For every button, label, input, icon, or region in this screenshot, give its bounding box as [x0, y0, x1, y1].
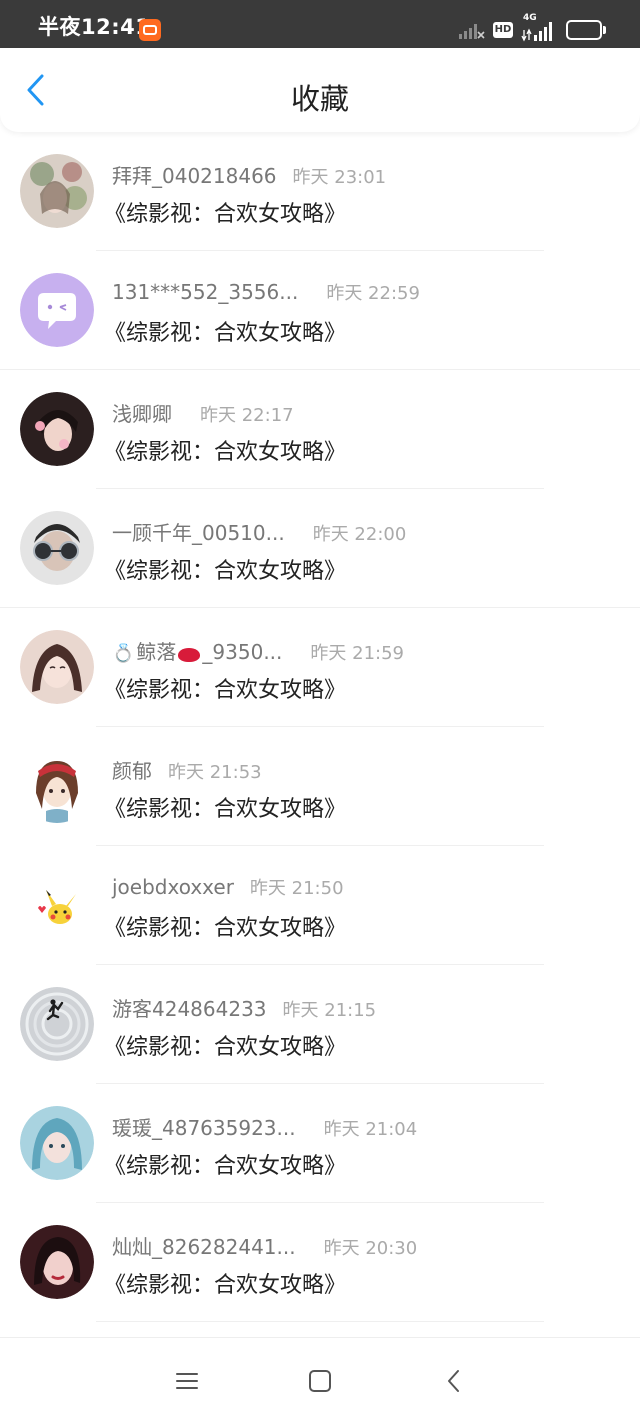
favorite-item[interactable]: 颜郁 昨天 21:53 《综影视：合欢女攻略》: [0, 727, 640, 846]
user-avatar[interactable]: [20, 511, 94, 585]
user-name: 131***552_3556...: [112, 280, 299, 304]
novel-title: 《综影视：合欢女攻略》: [104, 440, 347, 465]
ring-icon: 💍: [112, 643, 135, 664]
user-avatar[interactable]: [20, 1225, 94, 1299]
novel-title: 《综影视：合欢女攻略》: [104, 1273, 347, 1298]
lips-icon: [178, 647, 201, 662]
back-triangle-icon: [448, 1370, 459, 1392]
favorite-time: 昨天 21:15: [282, 1000, 377, 1021]
user-name: 浅卿卿: [112, 402, 172, 426]
favorite-item[interactable]: 拜拜_040218466 昨天 23:01 《综影视：合欢女攻略》: [0, 132, 640, 251]
favorite-time: 昨天 21:50: [249, 878, 344, 899]
favorite-item[interactable]: 131***552_3556... 昨天 22:59 《综影视：合欢女攻略》: [0, 251, 640, 370]
system-nav-bar: [0, 1337, 640, 1423]
favorite-time: 昨天 22:17: [200, 405, 294, 426]
user-avatar[interactable]: [20, 1106, 94, 1180]
favorite-item[interactable]: 💍 鲸落 _9350... 昨天 21:59 《综影视：合欢女攻略》: [0, 608, 640, 727]
user-name: 拜拜_040218466: [112, 164, 277, 188]
header: 收藏: [0, 48, 640, 132]
user-avatar[interactable]: [20, 392, 94, 466]
app-notification-icon: [139, 19, 161, 41]
battery-icon: 82: [566, 20, 602, 40]
user-avatar[interactable]: [20, 273, 94, 347]
user-name: 一顾千年_00510...: [112, 521, 285, 545]
home-square-icon: [309, 1370, 331, 1392]
novel-title: 《综影视：合欢女攻略》: [104, 797, 347, 822]
signal-sim1-icon: [459, 24, 485, 39]
favorite-item[interactable]: 瑗瑗_487635923... 昨天 21:04 《综影视：合欢女攻略》: [0, 1084, 640, 1203]
favorite-time: 昨天 21:59: [310, 643, 405, 664]
novel-title: 《综影视：合欢女攻略》: [104, 678, 347, 703]
hd-badge: HD: [493, 22, 513, 38]
favorite-item[interactable]: 游客424864233 昨天 21:15 《综影视：合欢女攻略》: [0, 965, 640, 1084]
battery-level: 82: [575, 23, 593, 37]
home-button[interactable]: [307, 1368, 333, 1394]
status-bar: 半夜12:41 HD 4G 82: [0, 0, 640, 48]
favorite-time: 昨天 20:30: [323, 1238, 418, 1259]
user-name: joebdxoxxer: [112, 875, 234, 899]
user-name-suffix: _9350...: [202, 640, 283, 664]
user-avatar[interactable]: [20, 630, 94, 704]
favorite-item[interactable]: joebdxoxxer 昨天 21:50 《综影视：合欢女攻略》: [0, 846, 640, 965]
novel-title: 《综影视：合欢女攻略》: [104, 202, 347, 227]
user-name: 灿灿_826282441...: [112, 1235, 296, 1259]
signal-sim2-icon: [521, 22, 552, 42]
novel-title: 《综影视：合欢女攻略》: [104, 1035, 347, 1060]
status-time: 半夜12:41: [38, 15, 151, 39]
favorite-item[interactable]: 一顾千年_00510... 昨天 22:00 《综影视：合欢女攻略》: [0, 489, 640, 608]
user-name: 瑗瑗_487635923...: [112, 1116, 296, 1140]
menu-button[interactable]: [174, 1368, 200, 1394]
user-avatar[interactable]: [20, 987, 94, 1061]
user-name: 颜郁: [112, 759, 152, 783]
favorite-item[interactable]: 浅卿卿 昨天 22:17 《综影视：合欢女攻略》: [0, 370, 640, 489]
user-avatar[interactable]: [20, 868, 94, 942]
favorite-time: 昨天 21:53: [168, 762, 262, 783]
novel-title: 《综影视：合欢女攻略》: [104, 916, 347, 941]
favorite-time: 昨天 23:01: [292, 167, 387, 188]
favorite-time: 昨天 22:59: [326, 283, 420, 304]
menu-icon: [176, 1373, 198, 1389]
system-back-button[interactable]: [441, 1368, 467, 1394]
user-name: 游客424864233: [112, 997, 267, 1021]
novel-title: 《综影视：合欢女攻略》: [104, 321, 347, 346]
favorite-time: 昨天 21:04: [323, 1119, 418, 1140]
favorite-time: 昨天 22:00: [312, 524, 407, 545]
page-title: 收藏: [290, 82, 349, 116]
novel-title: 《综影视：合欢女攻略》: [104, 1154, 347, 1179]
user-avatar[interactable]: [20, 749, 94, 823]
user-avatar[interactable]: [20, 154, 94, 228]
favorite-item[interactable]: 灿灿_826282441... 昨天 20:30 《综影视：合欢女攻略》: [0, 1203, 640, 1322]
novel-title: 《综影视：合欢女攻略》: [104, 559, 347, 584]
user-name: 鲸落: [136, 640, 177, 664]
